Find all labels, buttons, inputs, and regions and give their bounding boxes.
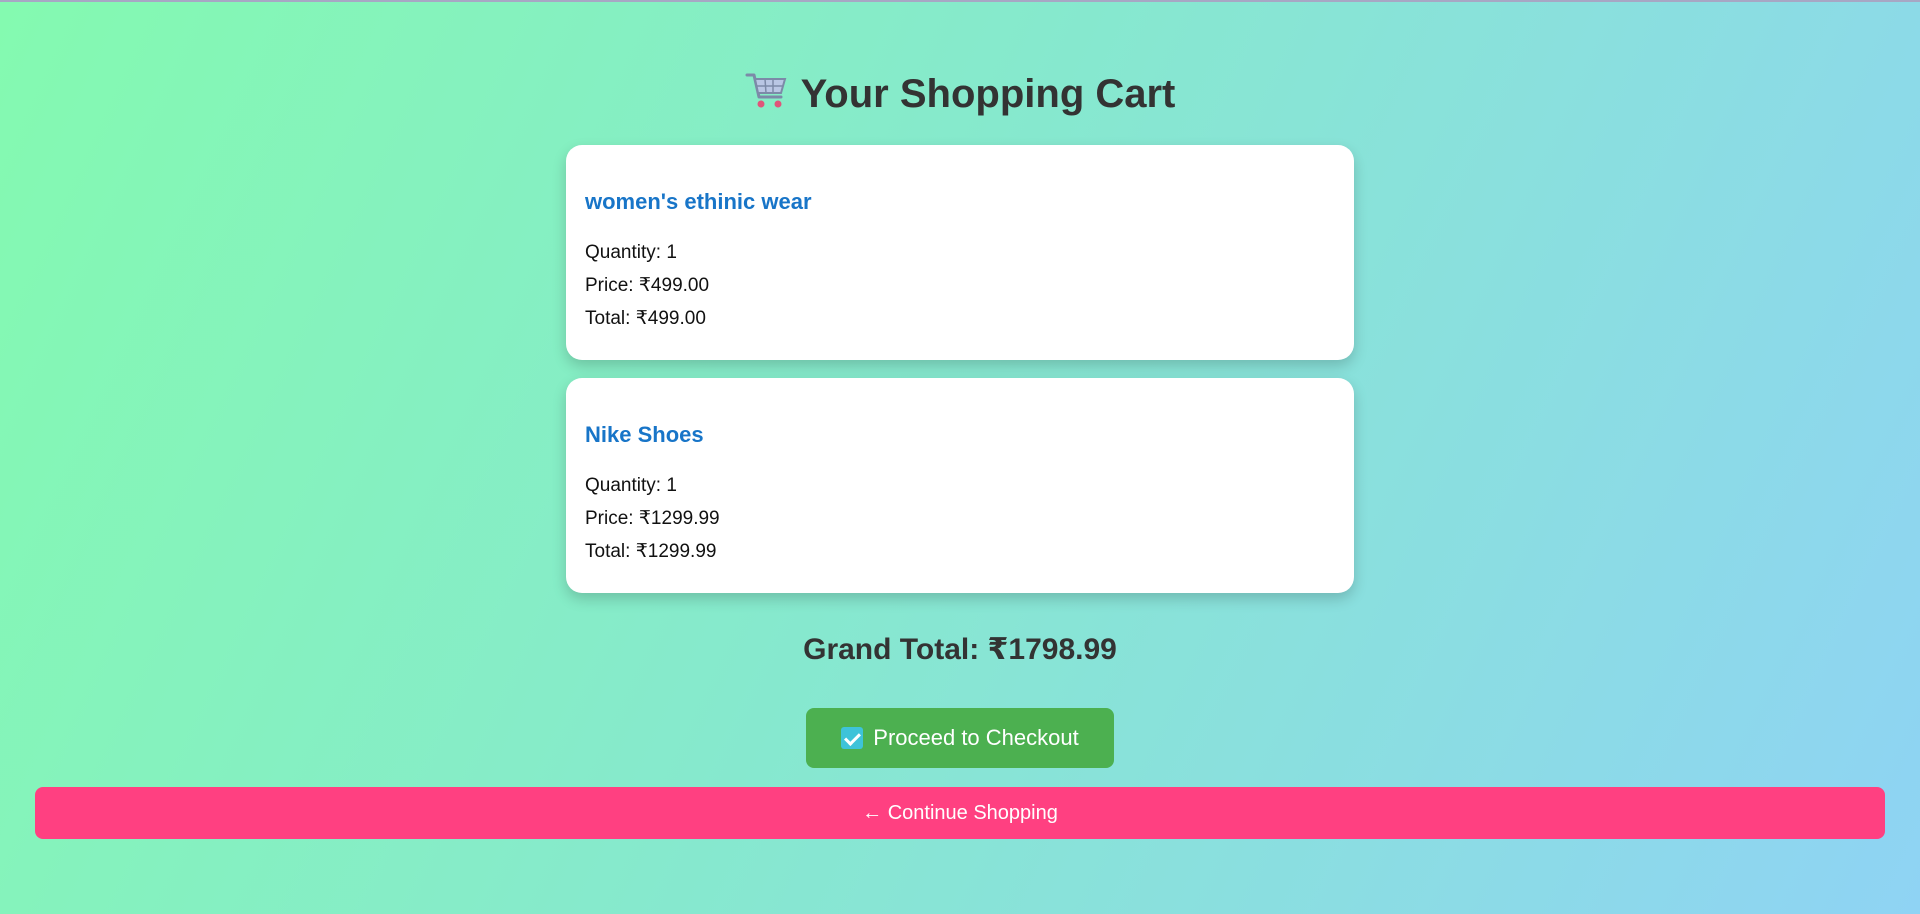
continue-shopping-button[interactable]: ← Continue Shopping <box>35 787 1885 839</box>
cart-item-card: women's ethinic wear Quantity: 1 Price: … <box>566 145 1354 360</box>
cart-item-total: Total: ₹1299.99 <box>585 541 717 562</box>
checkout-button-label: Proceed to Checkout <box>873 725 1079 750</box>
cart-item-quantity: Quantity: 1 <box>585 242 677 263</box>
cart-item-name: women's ethinic wear <box>585 189 812 214</box>
cart-item-price: Price: ₹499.00 <box>585 275 710 296</box>
proceed-to-checkout-button[interactable]: Proceed to Checkout <box>806 708 1114 768</box>
page-title: Your Shopping Cart <box>0 68 1920 120</box>
cart-item-name: Nike Shoes <box>585 422 704 447</box>
page-title-text: Your Shopping Cart <box>800 72 1176 116</box>
window-top-border <box>0 0 1920 2</box>
cart-item-total: Total: ₹499.00 <box>585 308 706 329</box>
check-mark-icon <box>841 727 864 749</box>
cart-item-quantity: Quantity: 1 <box>585 475 677 496</box>
continue-button-label: ← Continue Shopping <box>862 801 1058 824</box>
cart-item-card: Nike Shoes Quantity: 1 Price: ₹1299.99 T… <box>566 378 1354 593</box>
cart-item-price: Price: ₹1299.99 <box>585 508 720 529</box>
shopping-cart-icon <box>745 71 789 111</box>
grand-total: Grand Total: ₹1798.99 <box>803 633 1117 666</box>
